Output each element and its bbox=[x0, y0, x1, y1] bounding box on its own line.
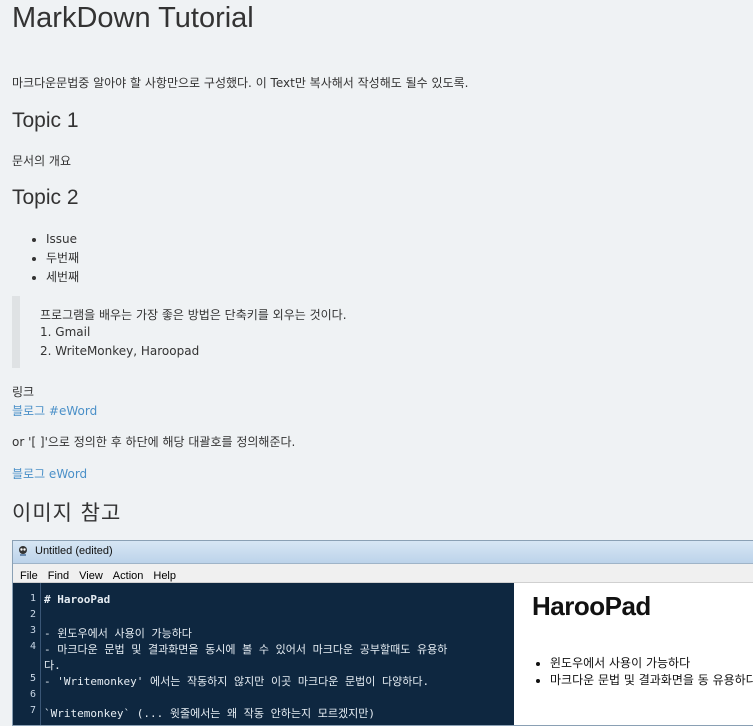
blockquote-item: 1. Gmail bbox=[40, 325, 91, 339]
menu-help[interactable]: Help bbox=[148, 568, 181, 584]
blockquote-line: 프로그램을 배우는 가장 좋은 방법은 단축키를 외우는 것이다. bbox=[40, 308, 347, 322]
preview-pane: HarooPad 윈도우에서 사용이 가능하다 마크다운 문법 및 결과화면을 … bbox=[514, 583, 753, 725]
blog-link-1[interactable]: 블로그 #eWord bbox=[12, 402, 97, 419]
list-item: 두번째 bbox=[46, 249, 79, 268]
code-line: # HarooPad bbox=[44, 593, 111, 606]
line-number: 1 bbox=[29, 593, 36, 604]
line-number: 6 bbox=[29, 689, 36, 700]
list-item: 마크다운 문법 및 결과화면을 동 유용하다. bbox=[550, 672, 753, 689]
topic2-heading: Topic 2 bbox=[12, 186, 79, 209]
line-number: 7 bbox=[29, 705, 36, 716]
markdown-preview-page: MarkDown Tutorial 마크다운문법중 알아야 할 사항만으로 구성… bbox=[0, 0, 753, 726]
blockquote: 프로그램을 배우는 가장 좋은 방법은 단축키를 외우는 것이다. 1. Gma… bbox=[12, 296, 752, 368]
preview-title: HarooPad bbox=[532, 591, 651, 621]
line-number: 3 bbox=[29, 625, 36, 636]
blockquote-bar bbox=[12, 296, 20, 368]
list-item: 세번째 bbox=[46, 268, 79, 287]
code-line: `Writemonkey` (... 윗줄에서는 왜 작동 안하는지 모르겠지만… bbox=[44, 707, 375, 720]
haroopad-screenshot: Untitled (edited) File Find View Action Help… bbox=[12, 540, 753, 726]
reference-note: or '[ ]'으로 정의한 후 하단에 해당 대괄호를 정의해준다. bbox=[12, 435, 296, 449]
menu-file[interactable]: File bbox=[13, 568, 43, 584]
preview-list: 윈도우에서 사용이 가능하다 마크다운 문법 및 결과화면을 동 유용하다. bbox=[532, 655, 753, 689]
line-number: 2 bbox=[29, 609, 36, 620]
list-item: 윈도우에서 사용이 가능하다 bbox=[550, 655, 753, 672]
window-title: Untitled (edited) bbox=[35, 545, 113, 557]
menu-view[interactable]: View bbox=[74, 568, 108, 584]
line-number: 5 bbox=[29, 673, 36, 684]
markdown-editor[interactable]: 1 2 3 4 5 6 7 # HarooPad - 윈도우에서 사용이 가능하… bbox=[13, 583, 514, 725]
image-heading: 이미지 참고 bbox=[12, 501, 122, 525]
bullet-list: Issue 두번째 세번째 bbox=[12, 230, 79, 287]
line-number-gutter: 1 2 3 4 5 6 7 bbox=[13, 583, 41, 725]
code-line: - 윈도우에서 사용이 가능하다 bbox=[44, 627, 192, 640]
list-item: Issue bbox=[46, 230, 79, 249]
menu-bar: File Find View Action Help bbox=[13, 564, 753, 583]
topic1-text: 문서의 개요 bbox=[12, 154, 72, 168]
code-line: - 마크다운 문법 및 결과화면을 동시에 볼 수 있어서 마크다운 공부할때도… bbox=[44, 643, 448, 656]
line-number: 4 bbox=[29, 641, 36, 652]
app-icon bbox=[19, 546, 27, 556]
menu-find[interactable]: Find bbox=[43, 568, 74, 584]
link-label: 링크 bbox=[12, 385, 35, 399]
code-line: - 'Writemonkey' 에서는 작동하지 않지만 이곳 마크다운 문법이… bbox=[44, 675, 430, 688]
blockquote-item: 2. WriteMonkey, Haroopad bbox=[40, 344, 200, 358]
topic1-heading: Topic 1 bbox=[12, 109, 79, 132]
menu-action[interactable]: Action bbox=[108, 568, 149, 584]
intro-text: 마크다운문법중 알아야 할 사항만으로 구성했다. 이 Text만 복사해서 작… bbox=[12, 76, 469, 90]
blog-link-2[interactable]: 블로그 eWord bbox=[12, 465, 87, 482]
window-titlebar: Untitled (edited) bbox=[13, 541, 753, 564]
code-line: 다. bbox=[44, 659, 61, 672]
page-title: MarkDown Tutorial bbox=[12, 2, 254, 34]
